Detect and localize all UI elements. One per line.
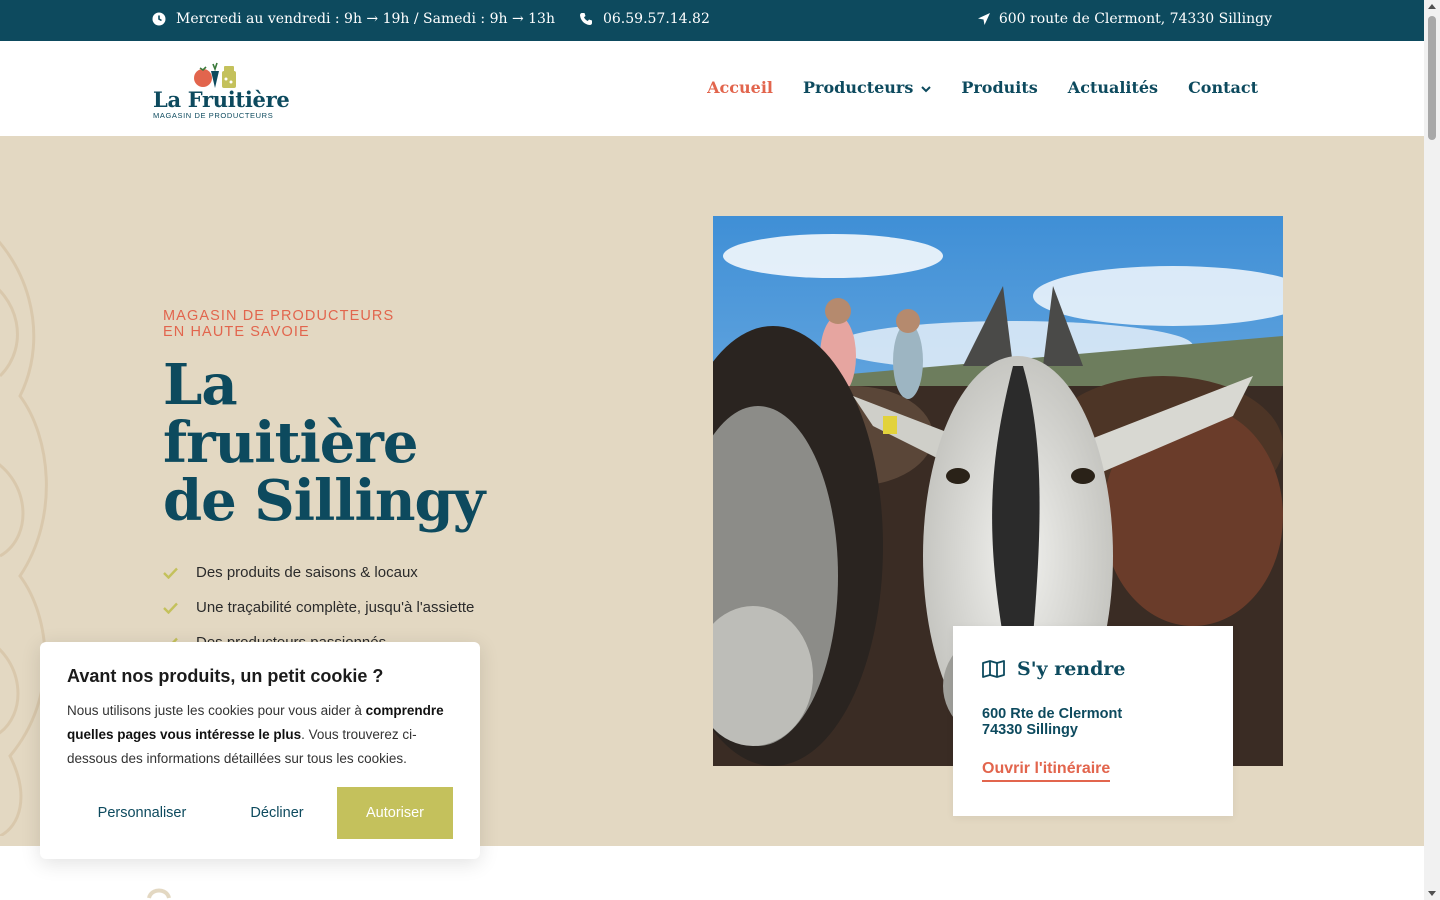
scroll-down-icon[interactable] (1428, 891, 1436, 896)
opening-hours: Mercredi au vendredi : 9h → 19h / Samedi… (152, 11, 710, 27)
address-text: 600 route de Clermont, 74330 Sillingy (998, 11, 1272, 27)
hero-title: La fruitière de Sillingy (163, 352, 485, 534)
list-item-text: Des produits de saisons & locaux (196, 564, 418, 581)
list-item: Une traçabilité complète, jusqu'à l'assi… (163, 590, 474, 625)
phone-number: 06.59.57.14.82 (602, 11, 710, 27)
customize-button[interactable]: Personnaliser (67, 805, 217, 821)
logo-subtitle: MAGASIN DE PRODUCTEURS (153, 111, 274, 120)
fruits-logo-icon (194, 62, 236, 88)
chevron-down-icon (921, 78, 932, 97)
address-line-2: 74330 Sillingy (982, 722, 1078, 738)
directions-address: 600 Rte de Clermont 74330 Sillingy (982, 706, 1122, 738)
list-item-text: Une traçabilité complète, jusqu'à l'assi… (196, 599, 475, 616)
nav-item-contact[interactable]: Contact (1188, 78, 1258, 97)
top-info-bar: Mercredi au vendredi : 9h → 19h / Samedi… (0, 0, 1424, 41)
accept-button[interactable]: Autoriser (337, 787, 453, 839)
hero-kicker: MAGASIN DE PRODUCTEURS EN HAUTE SAVOIE (163, 308, 394, 340)
nav-item-label: Accueil (707, 78, 773, 97)
page-scrollbar[interactable] (1424, 0, 1440, 900)
site-logo[interactable]: La Fruitière MAGASIN DE PRODUCTEURS (153, 59, 290, 121)
location-arrow-icon (977, 12, 991, 26)
nav-item-producteurs[interactable]: Producteurs (803, 78, 932, 97)
check-icon (163, 602, 178, 614)
decorative-ornament-icon (147, 888, 171, 899)
kicker-line-1: MAGASIN DE PRODUCTEURS (163, 308, 395, 324)
hero-title-line-1: La (163, 352, 238, 418)
hours-text: Mercredi au vendredi : 9h → 19h / Samedi… (176, 11, 555, 27)
cookie-description: Nous utilisons juste les cookies pour vo… (67, 699, 457, 771)
address-line-1: 600 Rte de Clermont (982, 706, 1123, 722)
clock-icon (152, 12, 166, 26)
nav-item-label: Producteurs (803, 78, 914, 97)
cookie-title: Avant nos produits, un petit cookie ? (67, 666, 384, 686)
nav-item-accueil[interactable]: Accueil (707, 78, 773, 97)
hero-title-line-2: fruitière (163, 410, 418, 476)
phone-icon (579, 12, 593, 26)
directions-card: S'y rendre 600 Rte de Clermont 74330 Sil… (953, 626, 1233, 816)
directions-heading: S'y rendre (982, 658, 1126, 680)
nav-item-label: Produits (961, 78, 1038, 97)
hero-title-line-3: de Sillingy (163, 468, 485, 534)
site-header: La Fruitière MAGASIN DE PRODUCTEURS Accu… (0, 41, 1424, 136)
cookie-banner: Avant nos produits, un petit cookie ? No… (40, 642, 480, 859)
address-link[interactable]: 600 route de Clermont, 74330 Sillingy (977, 11, 1272, 27)
nav-item-actualites[interactable]: Actualités (1068, 78, 1158, 97)
nav-item-label: Contact (1188, 78, 1258, 97)
nav-item-produits[interactable]: Produits (961, 78, 1037, 97)
check-icon (163, 567, 178, 579)
main-nav: Accueil Producteurs Produits Actualités … (707, 78, 1258, 97)
kicker-line-2: EN HAUTE SAVOIE (163, 324, 310, 340)
directions-title: S'y rendre (1017, 658, 1126, 680)
nav-item-label: Actualités (1067, 78, 1159, 97)
logo-title: La Fruitière (153, 87, 290, 112)
map-icon (982, 660, 1005, 678)
cookie-actions: Personnaliser Décliner Autoriser (67, 787, 453, 839)
scrollbar-thumb[interactable] (1428, 16, 1436, 140)
decline-button[interactable]: Décliner (217, 805, 337, 821)
scroll-up-icon[interactable] (1428, 4, 1436, 9)
list-item: Des produits de saisons & locaux (163, 555, 474, 590)
open-itinerary-link[interactable]: Ouvrir l'itinéraire (982, 760, 1111, 782)
phone-link[interactable]: 06.59.57.14.82 (579, 11, 710, 27)
cookie-text-start: Nous utilisons juste les cookies pour vo… (67, 703, 366, 718)
